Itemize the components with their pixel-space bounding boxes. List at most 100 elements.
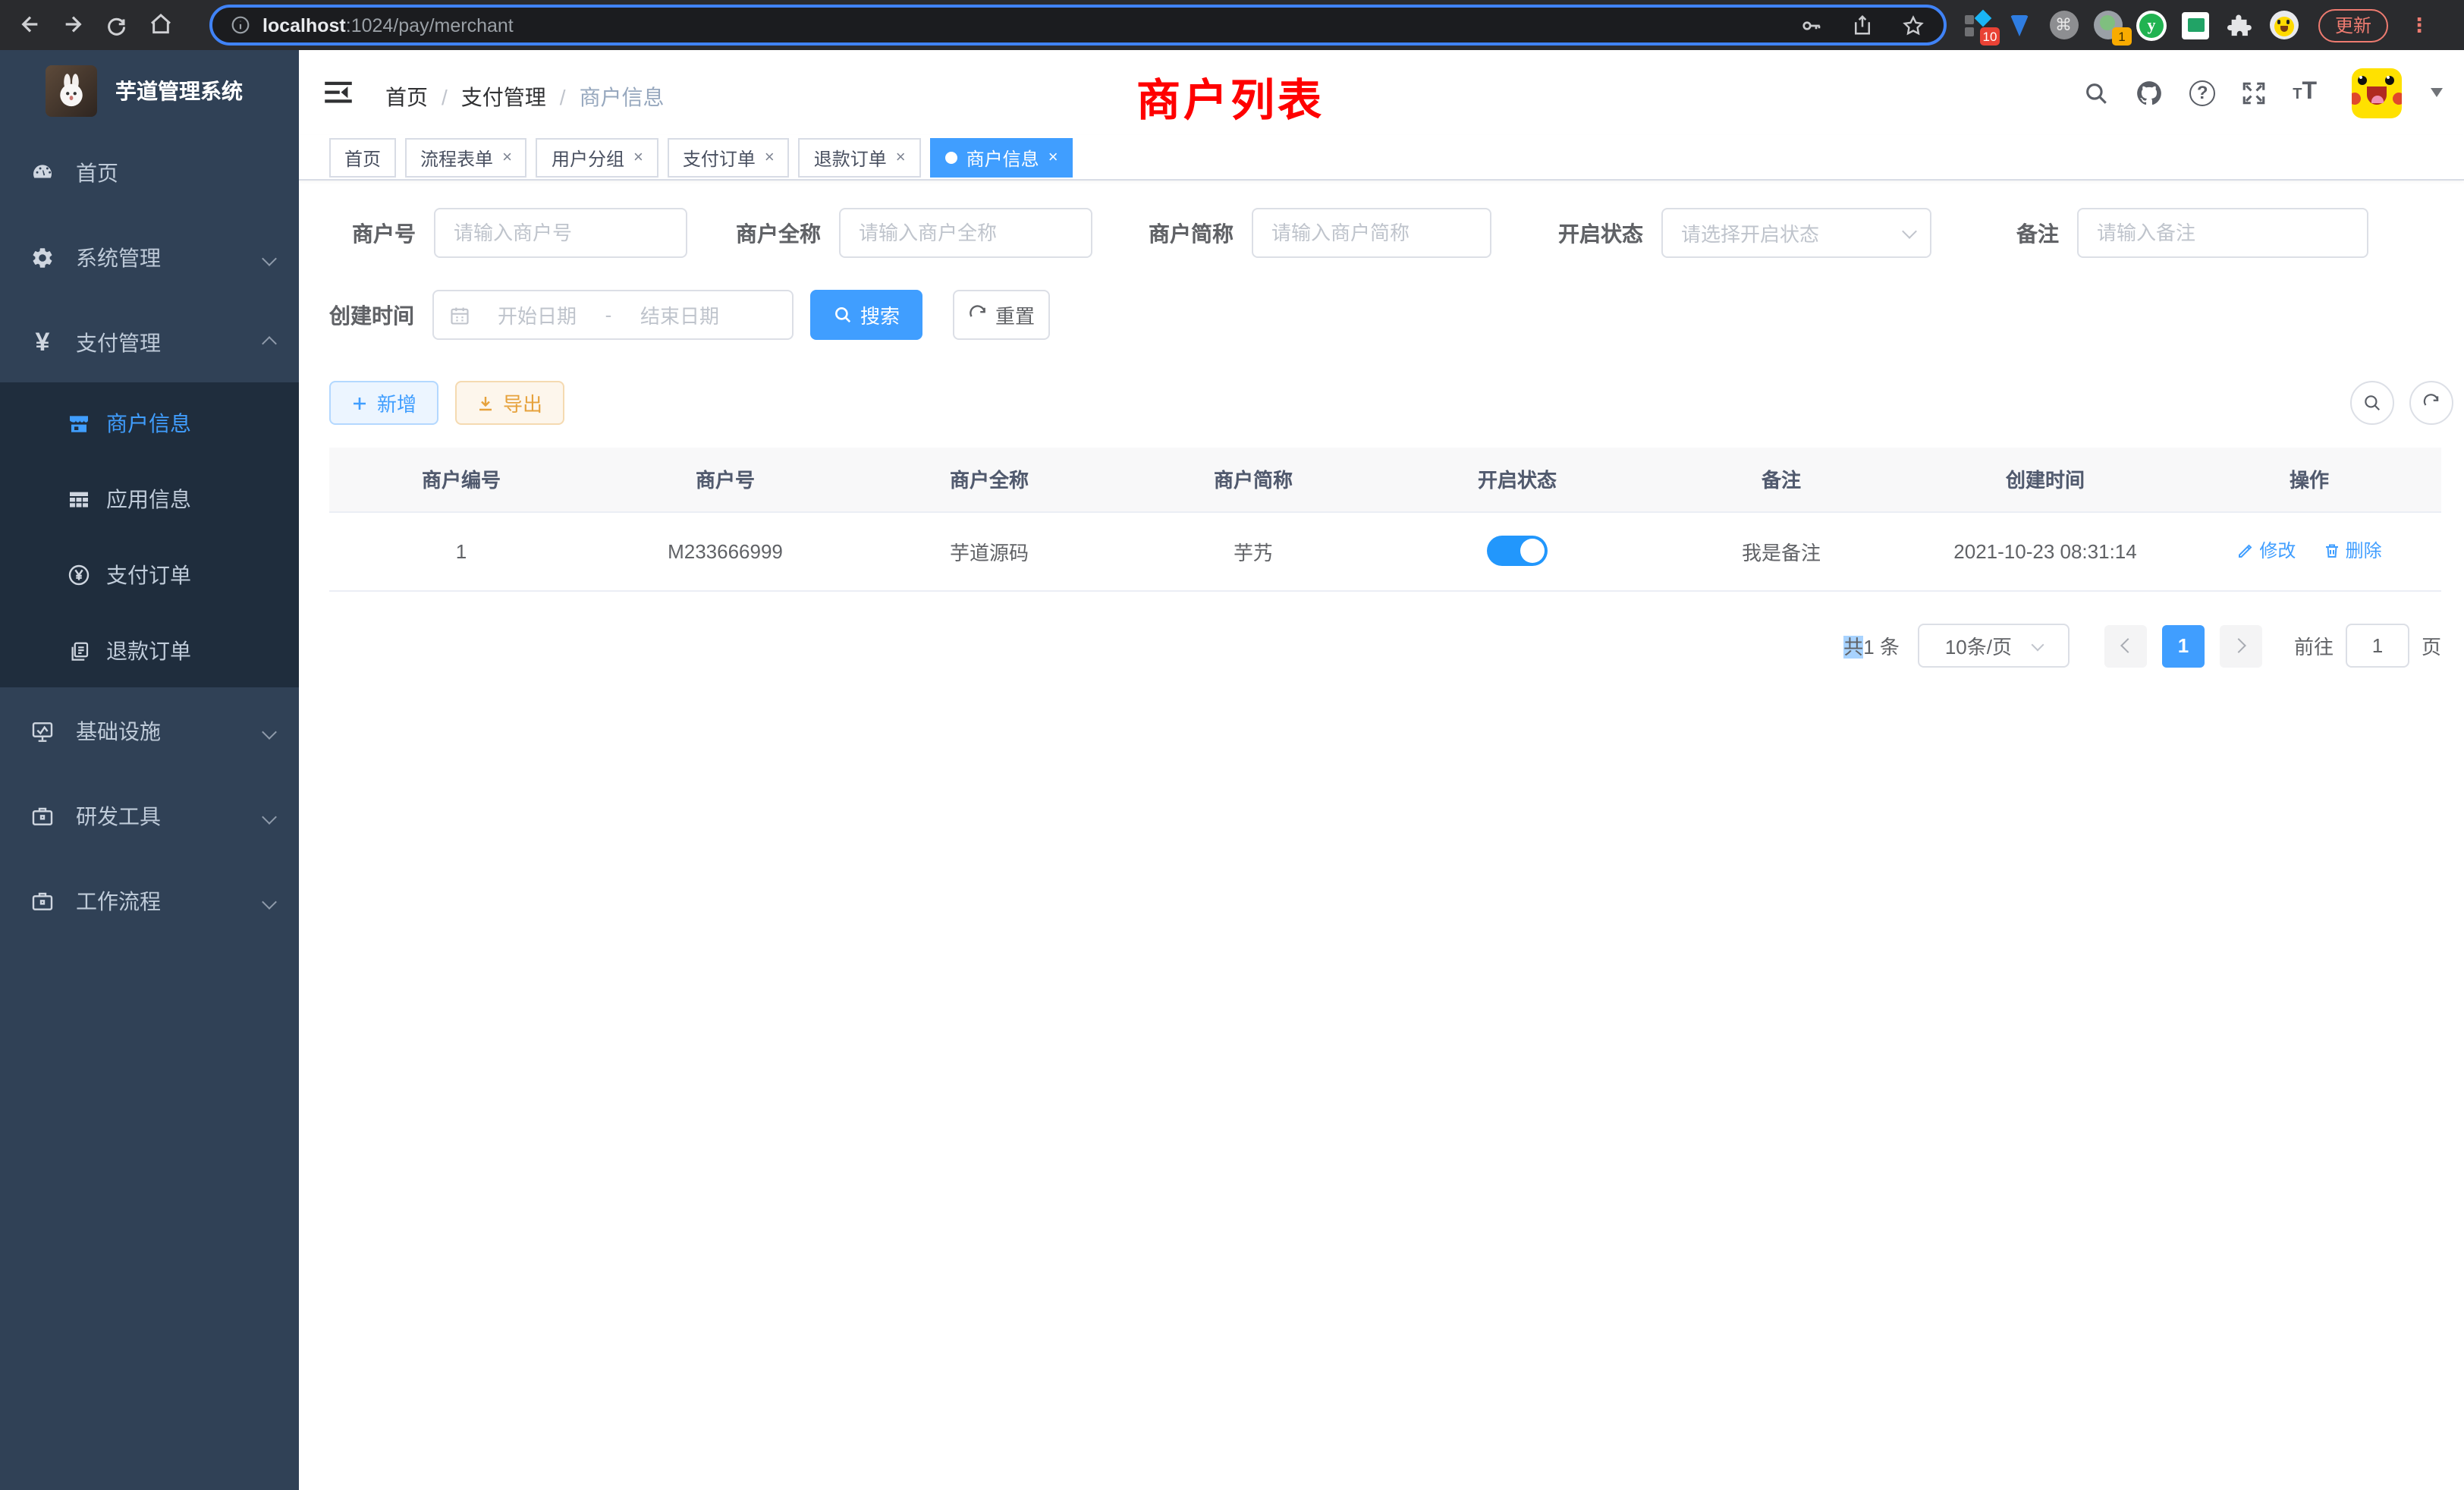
- filter-merchant-no: 商户号: [352, 208, 687, 258]
- sidebar: 芋道管理系统 首页 系统管理 ¥ 支付管理: [0, 50, 299, 1490]
- sidebar-item-pay-order[interactable]: 支付订单: [0, 537, 299, 613]
- app-logo-rabbit: [46, 64, 97, 116]
- goto-page-input[interactable]: [2346, 624, 2409, 668]
- sidebar-item-home[interactable]: 首页: [0, 130, 299, 215]
- merchant-name-input[interactable]: [839, 208, 1092, 258]
- extension-chat-icon[interactable]: [2180, 10, 2211, 40]
- sidebar-item-label: 首页: [76, 158, 118, 188]
- merchant-table: 商户编号 商户号 商户全称 商户简称 开启状态 备注 创建时间 操作 1 M23…: [329, 448, 2441, 591]
- sidebar-item-merchant-info[interactable]: 商户信息: [0, 385, 299, 461]
- chevron-right-icon: [2231, 638, 2246, 653]
- sidebar-item-pay[interactable]: ¥ 支付管理: [0, 300, 299, 385]
- dashboard-icon: [30, 161, 55, 185]
- password-key-icon[interactable]: [1799, 13, 1824, 37]
- close-icon[interactable]: ×: [633, 149, 643, 166]
- main-panel: 首页 / 支付管理 / 商户信息 商户列表 ?: [299, 50, 2464, 1490]
- help-icon[interactable]: ?: [2189, 80, 2215, 105]
- chevron-up-icon: [262, 335, 277, 350]
- sidebar-item-app-info[interactable]: 应用信息: [0, 461, 299, 537]
- download-icon: [477, 394, 495, 412]
- sidebar-item-workflow[interactable]: 工作流程: [0, 859, 299, 944]
- close-icon[interactable]: ×: [765, 149, 775, 166]
- breadcrumb-home[interactable]: 首页: [385, 82, 428, 112]
- sidebar-item-devtools[interactable]: 研发工具: [0, 774, 299, 859]
- sidebar-item-infrastructure[interactable]: 基础设施: [0, 689, 299, 774]
- browser-back-button[interactable]: [15, 9, 46, 39]
- col-actions: 操作: [2177, 448, 2441, 511]
- browser-extensions: 10 ⌘ 1 y 更新 ⋮: [1960, 0, 2425, 50]
- extension-command-icon[interactable]: ⌘: [2048, 10, 2079, 40]
- merchant-no-input[interactable]: [434, 208, 687, 258]
- cell-created: 2021-10-23 08:31:14: [1913, 511, 2177, 590]
- fullscreen-icon[interactable]: [2241, 80, 2267, 105]
- close-icon[interactable]: ×: [896, 149, 906, 166]
- red-annotation-title: 商户列表: [1136, 65, 1325, 129]
- extension-emoji-icon[interactable]: [2268, 10, 2299, 40]
- extensions-puzzle-icon[interactable]: [2224, 10, 2255, 40]
- tab-pay-order[interactable]: 支付订单×: [668, 138, 790, 178]
- tab-home[interactable]: 首页: [329, 138, 396, 178]
- chevron-left-icon: [2120, 638, 2136, 653]
- extension-badge: 10: [1980, 27, 2000, 45]
- extension-profile-icon[interactable]: 1: [2092, 10, 2123, 40]
- extension-kite-icon[interactable]: [2004, 10, 2035, 40]
- browser-menu-icon[interactable]: ⋮: [2409, 17, 2425, 33]
- browser-update-button[interactable]: 更新: [2318, 8, 2388, 42]
- prev-page-button[interactable]: [2104, 624, 2147, 667]
- address-bar[interactable]: localhost:1024/pay/merchant: [209, 5, 1947, 46]
- browser-forward-button[interactable]: [58, 9, 88, 39]
- current-page-button[interactable]: 1: [2162, 624, 2205, 667]
- close-icon[interactable]: ×: [502, 149, 512, 166]
- field-label: 备注: [2016, 218, 2059, 248]
- edit-link[interactable]: 修改: [2236, 538, 2296, 564]
- avatar-dropdown-caret[interactable]: [2431, 88, 2443, 97]
- sidebar-logo[interactable]: 芋道管理系统: [0, 50, 299, 130]
- tab-user-group[interactable]: 用户分组×: [536, 138, 658, 178]
- sidebar-item-label: 系统管理: [76, 243, 161, 273]
- font-size-icon[interactable]: TT: [2293, 79, 2317, 106]
- next-page-button[interactable]: [2220, 624, 2262, 667]
- sidebar-item-refund-order[interactable]: 退款订单: [0, 613, 299, 689]
- date-range-picker[interactable]: 开始日期 - 结束日期: [432, 290, 794, 340]
- refresh-table-button[interactable]: [2409, 381, 2453, 425]
- share-icon[interactable]: [1851, 14, 1874, 36]
- breadcrumb: 首页 / 支付管理 / 商户信息: [385, 82, 665, 112]
- show-search-toggle-button[interactable]: [2350, 381, 2394, 425]
- status-toggle[interactable]: [1487, 536, 1548, 566]
- header-search-icon[interactable]: [2083, 80, 2109, 105]
- search-icon: [833, 305, 853, 325]
- extension-grid-icon[interactable]: 10: [1960, 10, 1991, 40]
- trash-icon: [2323, 542, 2341, 560]
- pay-submenu: 商户信息 应用信息 支付订单: [0, 382, 299, 687]
- tab-process-form[interactable]: 流程表单×: [405, 138, 527, 178]
- close-icon[interactable]: ×: [1048, 149, 1058, 166]
- site-info-icon[interactable]: [231, 15, 250, 35]
- pencil-icon: [2236, 542, 2255, 560]
- remark-input[interactable]: [2077, 208, 2368, 258]
- briefcase-icon: [30, 804, 55, 828]
- chevron-down-icon: [262, 724, 277, 739]
- screen: localhost:1024/pay/merchant 10 ⌘ 1: [0, 0, 2464, 1490]
- status-select[interactable]: 请选择开启状态: [1661, 208, 1931, 258]
- tab-merchant-info[interactable]: 商户信息×: [930, 138, 1073, 178]
- breadcrumb-pay[interactable]: 支付管理: [461, 82, 546, 112]
- browser-home-button[interactable]: [146, 9, 176, 39]
- bookmark-star-icon[interactable]: [1901, 13, 1925, 37]
- merchant-short-input[interactable]: [1252, 208, 1491, 258]
- app-title: 芋道管理系统: [115, 75, 243, 105]
- user-avatar[interactable]: [2352, 68, 2402, 118]
- browser-reload-button[interactable]: [100, 9, 130, 39]
- delete-link[interactable]: 删除: [2323, 538, 2382, 564]
- yen-icon: ¥: [30, 331, 55, 355]
- export-button[interactable]: 导出: [455, 381, 564, 425]
- reset-button[interactable]: 重置: [953, 290, 1050, 340]
- search-button[interactable]: 搜索: [810, 290, 922, 340]
- col-short-name: 商户简称: [1121, 448, 1385, 511]
- add-button[interactable]: 新增: [329, 381, 438, 425]
- sidebar-item-system[interactable]: 系统管理: [0, 215, 299, 300]
- tab-refund-order[interactable]: 退款订单×: [799, 138, 921, 178]
- extension-y-icon[interactable]: y: [2136, 10, 2167, 40]
- github-icon[interactable]: [2135, 78, 2164, 107]
- sidebar-fold-icon[interactable]: [325, 80, 352, 105]
- page-size-select[interactable]: 10条/页: [1918, 624, 2070, 668]
